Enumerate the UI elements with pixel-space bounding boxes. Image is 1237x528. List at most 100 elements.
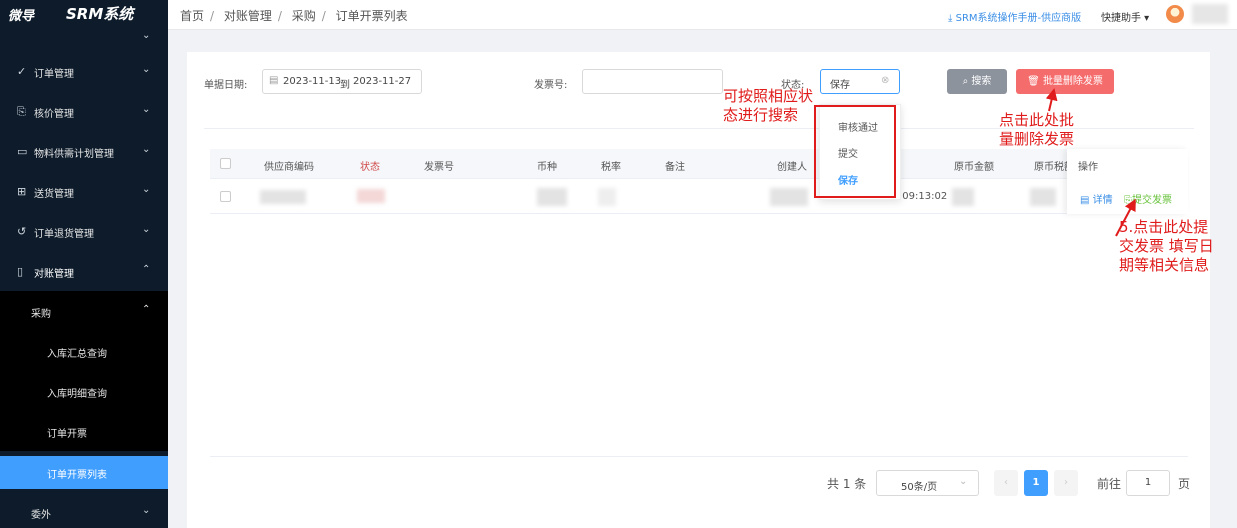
sidebar-item-inbound-summary[interactable]: 入库汇总查询 bbox=[0, 331, 168, 371]
sidebar-item-partial[interactable]: ⌄ bbox=[0, 30, 168, 52]
box-icon: ⊞ bbox=[17, 185, 27, 198]
sidebar-item-label: 入库明细查询 bbox=[47, 389, 107, 400]
supplier-code-cell bbox=[260, 190, 306, 204]
chevron-down-icon: ⌄ bbox=[959, 476, 968, 487]
calendar-icon: ▤ bbox=[269, 75, 279, 86]
column-currency[interactable]: 币种 bbox=[537, 158, 557, 173]
column-status[interactable]: 状态 bbox=[360, 158, 380, 173]
sidebar-item-invoice-list[interactable]: 订单开票列表 bbox=[0, 456, 168, 489]
sidebar-group-purchase[interactable]: 采购 ⌃ bbox=[0, 291, 168, 331]
clipboard-icon: ⎘ bbox=[17, 105, 26, 118]
chevron-down-icon: ⌄ bbox=[142, 224, 151, 235]
batch-delete-label: 批量删除发票 bbox=[1042, 76, 1103, 87]
top-bar: 微导 SRM系统 首页 / 对账管理 / 采购 / 订单开票列表 ⤓ SRM系统操作手… bbox=[0, 0, 1237, 30]
tax-amount-cell bbox=[1030, 188, 1056, 206]
date-separator: 到 bbox=[340, 80, 350, 91]
annotation-highlight-box bbox=[814, 105, 896, 198]
page-suffix: 页 bbox=[1178, 477, 1191, 491]
sidebar-item-pricing[interactable]: ⎘ 核价管理 ⌄ bbox=[0, 91, 168, 131]
brand-logo: 微导 bbox=[8, 9, 35, 24]
sidebar-item-label: 送货管理 bbox=[34, 189, 74, 200]
next-page-button[interactable]: › bbox=[1054, 470, 1078, 496]
sidebar-item-inbound-detail[interactable]: 入库明细查询 bbox=[0, 371, 168, 411]
document-icon: ▯ bbox=[17, 265, 24, 278]
check-circle-icon: ✓ bbox=[17, 65, 27, 78]
page-size-value: 50条/页 bbox=[901, 482, 938, 493]
clear-icon[interactable]: ⊗ bbox=[881, 75, 889, 86]
chevron-down-icon: ⌄ bbox=[142, 64, 151, 75]
breadcrumb-reconciliation[interactable]: 对账管理 bbox=[224, 9, 272, 23]
breadcrumb-purchase[interactable]: 采购 bbox=[292, 9, 316, 23]
sidebar-item-material-plan[interactable]: ▭ 物料供需计划管理 ⌄ bbox=[0, 131, 168, 171]
column-creator[interactable]: 创建人 bbox=[777, 158, 807, 173]
row-checkbox[interactable] bbox=[220, 191, 231, 202]
status-selected-value: 保存 bbox=[830, 80, 850, 91]
chevron-down-icon: ⌄ bbox=[142, 505, 151, 516]
sidebar-item-label: 订单开票 bbox=[47, 429, 87, 440]
select-all-checkbox[interactable] bbox=[220, 158, 231, 169]
detail-link-label: 详情 bbox=[1092, 195, 1113, 206]
user-name[interactable] bbox=[1192, 4, 1228, 24]
date-range-picker[interactable]: ▤ 2023-11-13 到 2023-11-27 bbox=[262, 69, 422, 94]
sidebar-item-returns[interactable]: ↺ 订单退货管理 ⌄ bbox=[0, 211, 168, 251]
sidebar-item-label: 订单退货管理 bbox=[34, 229, 94, 240]
column-remark[interactable]: 备注 bbox=[665, 158, 685, 173]
annotation-batch-delete: 点击此处批 量删除发票 bbox=[999, 111, 1075, 148]
amount-cell bbox=[952, 188, 974, 206]
brand: 微导 SRM系统 bbox=[0, 0, 168, 30]
sidebar-item-label: 订单开票列表 bbox=[47, 470, 107, 481]
breadcrumb: 首页 / 对账管理 / 采购 / 订单开票列表 bbox=[180, 9, 408, 23]
sidebar-group-label: 采购 bbox=[31, 309, 51, 320]
sidebar-item-label: 对账管理 bbox=[34, 269, 74, 280]
chevron-down-icon: ⌄ bbox=[142, 104, 151, 115]
chevron-up-icon: ⌃ bbox=[142, 304, 151, 315]
sidebar-item-order-management[interactable]: ✓ 订单管理 ⌄ bbox=[0, 51, 168, 91]
currency-cell bbox=[537, 188, 567, 206]
column-operation: 操作 bbox=[1078, 162, 1098, 173]
breadcrumb-current: 订单开票列表 bbox=[335, 9, 408, 23]
sidebar-item-label: 核价管理 bbox=[34, 109, 74, 120]
search-button-label: 搜索 bbox=[971, 76, 992, 87]
tax-rate-cell bbox=[598, 188, 616, 206]
sidebar-item-label: 物料供需计划管理 bbox=[34, 149, 114, 160]
column-supplier-code[interactable]: 供应商编码 bbox=[264, 158, 314, 173]
column-tax-rate[interactable]: 税率 bbox=[601, 158, 621, 173]
invoice-number-input[interactable] bbox=[582, 69, 723, 94]
page-size-select[interactable]: 50条/页 ⌄ bbox=[876, 470, 979, 496]
sidebar-item-reconciliation[interactable]: ▯ 对账管理 ⌃ bbox=[0, 251, 168, 291]
pagination-total: 共 1 条 bbox=[827, 477, 867, 491]
sidebar-item-label: 订单管理 bbox=[34, 69, 74, 80]
trash-icon: 🗑 bbox=[1027, 76, 1043, 87]
status-cell bbox=[357, 189, 385, 203]
creator-cell bbox=[770, 188, 808, 206]
submit-invoice-link[interactable]: ⎘提交发票 bbox=[1124, 191, 1172, 206]
detail-link[interactable]: ▤ 详情 bbox=[1080, 191, 1113, 206]
status-select[interactable]: 保存 ⊗ bbox=[820, 69, 900, 94]
page-1-button[interactable]: 1 bbox=[1024, 470, 1048, 496]
sidebar-item-label: 委外 bbox=[31, 510, 51, 521]
annotation-submit-invoice: 5.点击此处提 交发票 填写日 期等相关信息 bbox=[1119, 218, 1214, 274]
sidebar-item-label: 入库汇总查询 bbox=[47, 349, 107, 360]
batch-delete-button[interactable]: 🗑 批量删除发票 bbox=[1016, 69, 1114, 94]
prev-page-button[interactable]: ‹ bbox=[994, 470, 1018, 496]
avatar[interactable] bbox=[1166, 5, 1184, 23]
search-button[interactable]: ⌕ 搜索 bbox=[947, 69, 1007, 94]
column-amount[interactable]: 原币金额 bbox=[954, 158, 994, 173]
breadcrumb-home[interactable]: 首页 bbox=[180, 9, 204, 23]
quick-helper-menu[interactable]: 快捷助手 ▾ bbox=[1101, 9, 1149, 24]
monitor-icon: ▭ bbox=[17, 145, 28, 158]
invoice-label: 发票号: bbox=[534, 80, 568, 91]
table-header: 供应商编码 状态 发票号 币种 税率 备注 创建人 原币金额 原币税额 bbox=[210, 149, 1188, 179]
sidebar-item-outsourcing[interactable]: 委外 ⌄ bbox=[0, 492, 168, 528]
date-end: 2023-11-27 bbox=[353, 76, 412, 87]
column-invoice-no[interactable]: 发票号 bbox=[424, 158, 454, 173]
sidebar-item-delivery[interactable]: ⊞ 送货管理 ⌄ bbox=[0, 171, 168, 211]
goto-label: 前往 bbox=[1097, 477, 1122, 491]
date-start: 2023-11-13 bbox=[283, 76, 342, 87]
manual-download-link[interactable]: ⤓ SRM系统操作手册-供应商版 bbox=[948, 9, 1081, 24]
goto-page-input[interactable]: 1 bbox=[1126, 470, 1170, 496]
return-icon: ↺ bbox=[17, 225, 27, 238]
table-row[interactable]: 2023-11-27 09:13:02 bbox=[210, 180, 1188, 214]
sidebar-item-order-invoicing[interactable]: 订单开票 bbox=[0, 411, 168, 451]
chevron-down-icon: ⌄ bbox=[142, 144, 151, 155]
